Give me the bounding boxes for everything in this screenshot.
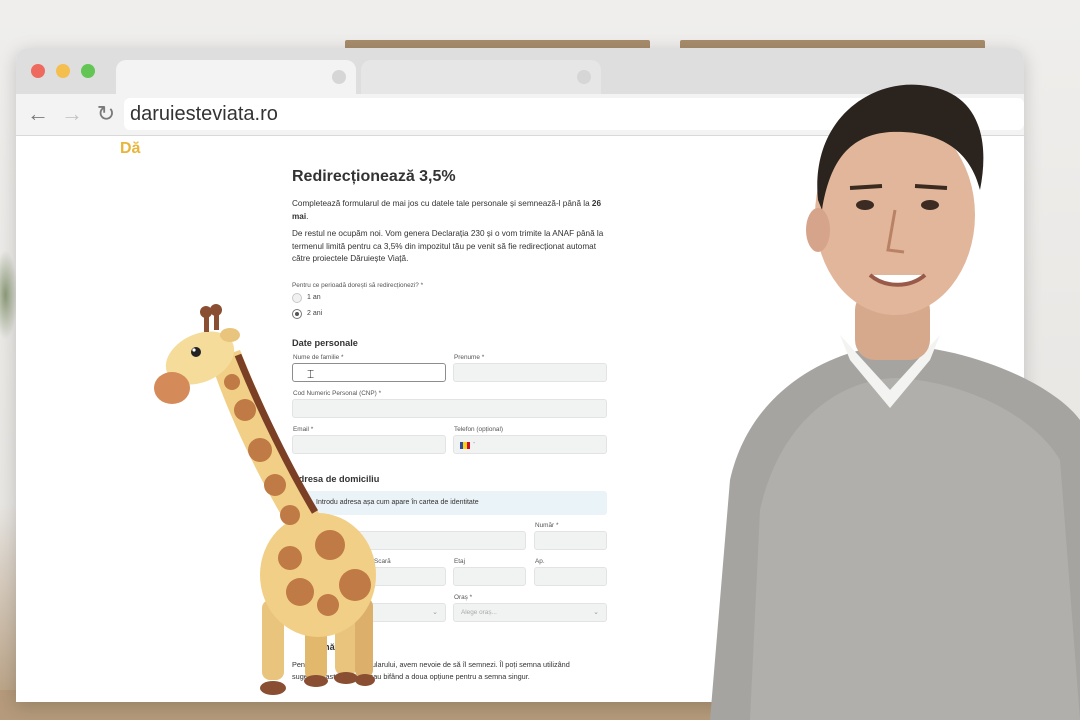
- label-floor: Etaj: [454, 558, 466, 565]
- first-name-input[interactable]: [453, 363, 607, 382]
- maximize-window-button[interactable]: [81, 64, 95, 78]
- intro-paragraph: Completează formularul de mai jos cu dat…: [292, 198, 612, 223]
- romania-flag-icon[interactable]: [460, 442, 470, 449]
- phone-input[interactable]: -: [453, 435, 607, 454]
- intro-paragraph-2: De restul ne ocupăm noi. Vom genera Decl…: [292, 229, 604, 263]
- intro-text: Completează formularul de mai jos cu dat…: [292, 199, 592, 208]
- browser-tab-active[interactable]: [116, 60, 356, 94]
- label-city: Oraș *: [454, 594, 473, 601]
- signature-text: ularului, avem nevoie de să îl semnezi. …: [371, 660, 570, 669]
- back-icon[interactable]: ←: [26, 102, 50, 126]
- label-apartment: Ap.: [535, 558, 545, 565]
- close-window-button[interactable]: [31, 64, 45, 78]
- city-select[interactable]: Alege oraș... ⌄: [453, 603, 607, 622]
- browser-tab-inactive[interactable]: [361, 60, 601, 94]
- city-placeholder: Alege oraș...: [461, 609, 497, 616]
- label-phone: Telefon (opțional): [454, 426, 504, 433]
- reload-icon[interactable]: ↻: [94, 102, 118, 126]
- number-input[interactable]: [534, 531, 607, 550]
- page-title: Redirecționează 3,5%: [292, 168, 456, 185]
- floor-input[interactable]: [453, 567, 526, 586]
- minimize-window-button[interactable]: [56, 64, 70, 78]
- chevron-down-icon: ⌄: [593, 609, 599, 616]
- presenter-person: [710, 84, 1080, 720]
- forward-icon[interactable]: →: [60, 102, 84, 126]
- label-first-name: Prenume *: [454, 354, 485, 361]
- apartment-input[interactable]: [534, 567, 607, 586]
- close-tab-icon[interactable]: [332, 70, 346, 84]
- period-question: Pentru ce perioadă dorești să redirecțio…: [292, 282, 424, 289]
- chevron-down-icon: ⌄: [432, 609, 438, 616]
- label-number: Număr *: [535, 522, 559, 529]
- close-tab-icon[interactable]: [577, 70, 591, 84]
- site-logo[interactable]: Dă: [120, 140, 140, 158]
- phone-prefix: -: [473, 440, 476, 447]
- url-text: daruiesteviata.ro: [130, 103, 278, 125]
- intro-end: .: [306, 211, 309, 221]
- giraffe-illustration: [154, 304, 376, 695]
